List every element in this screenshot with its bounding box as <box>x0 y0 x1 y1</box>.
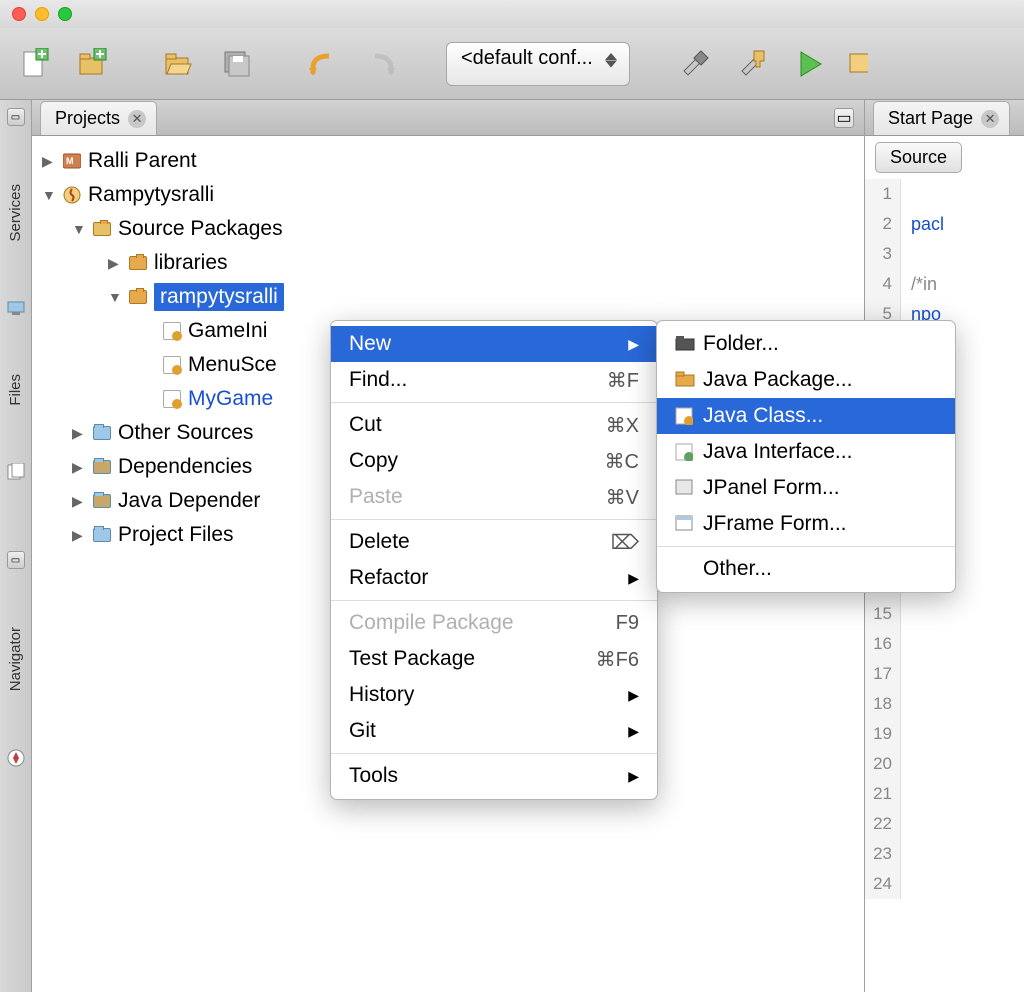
run-button[interactable] <box>790 43 832 85</box>
java-icon <box>675 407 695 425</box>
rail-tab-navigator[interactable]: Navigator <box>5 619 26 699</box>
submenu-item-java-class-[interactable]: Java Class... <box>657 398 955 434</box>
clean-build-button[interactable] <box>732 43 774 85</box>
config-select[interactable]: <default conf... <box>446 42 630 86</box>
close-window-button[interactable] <box>12 7 26 21</box>
context-submenu-new[interactable]: Folder...Java Package...Java Class...Jav… <box>656 320 956 593</box>
minimize-window-button[interactable] <box>35 7 49 21</box>
main-toolbar: <default conf... <box>0 28 1024 100</box>
disclosure-icon[interactable]: ▶ <box>72 425 86 442</box>
disclosure-icon[interactable]: ▼ <box>108 289 122 305</box>
open-project-button[interactable] <box>158 43 200 85</box>
undo-button[interactable] <box>302 43 344 85</box>
save-all-button[interactable] <box>216 43 258 85</box>
redo-button[interactable] <box>360 43 402 85</box>
tree-node-rampytysralli-pkg[interactable]: ▼ rampytysralli <box>36 280 860 314</box>
menu-item-find-[interactable]: Find...⌘F <box>331 362 657 398</box>
menu-item-cut[interactable]: Cut⌘X <box>331 407 657 443</box>
package-icon <box>128 287 148 307</box>
disclosure-icon[interactable]: ▶ <box>72 527 86 544</box>
tree-node-rampytysralli[interactable]: ▼ Rampytysralli <box>36 178 860 212</box>
menu-item-git[interactable]: Git▶ <box>331 713 657 749</box>
zoom-window-button[interactable] <box>58 7 72 21</box>
menu-item-test-package[interactable]: Test Package⌘F6 <box>331 641 657 677</box>
frame-icon <box>675 515 695 533</box>
submenu-item-jframe-form-[interactable]: JFrame Form... <box>657 506 955 542</box>
debug-button[interactable] <box>848 43 868 85</box>
menu-item-tools[interactable]: Tools▶ <box>331 758 657 794</box>
close-tab-icon[interactable]: ✕ <box>981 110 999 128</box>
context-menu[interactable]: New▶Find...⌘F Cut⌘XCopy⌘CPaste⌘V Delete⌦Re… <box>330 320 658 800</box>
svg-text:M: M <box>66 156 74 166</box>
disclosure-icon[interactable]: ▼ <box>42 187 56 203</box>
dependencies-icon <box>92 491 112 511</box>
tree-node-ralli-parent[interactable]: ▶ M Ralli Parent <box>36 144 860 178</box>
start-page-tab[interactable]: Start Page ✕ <box>873 101 1010 135</box>
disclosure-icon[interactable]: ▼ <box>72 221 86 237</box>
menu-item-delete[interactable]: Delete⌦ <box>331 524 657 560</box>
editor-toolbar: Source <box>865 136 1024 179</box>
interface-icon <box>675 443 695 461</box>
projects-tab[interactable]: Projects ✕ <box>40 101 157 135</box>
tree-node-libraries[interactable]: ▶ libraries <box>36 246 860 280</box>
rail-restore-icon-2[interactable]: ▭ <box>7 551 25 569</box>
submenu-item-java-interface-[interactable]: Java Interface... <box>657 434 955 470</box>
submenu-item-folder-[interactable]: Folder... <box>657 326 955 362</box>
disclosure-icon[interactable]: ▶ <box>72 493 86 510</box>
menu-item-new[interactable]: New▶ <box>331 326 657 362</box>
close-tab-icon[interactable]: ✕ <box>128 110 146 128</box>
editor-tabs: Start Page ✕ <box>865 100 1024 136</box>
submenu-item-jpanel-form-[interactable]: JPanel Form... <box>657 470 955 506</box>
selected-tree-label: rampytysralli <box>154 283 284 311</box>
new-project-button[interactable] <box>72 43 114 85</box>
left-rail: ▭ Services Files ▭ Navigator <box>0 100 32 992</box>
java-project-icon <box>62 185 82 205</box>
folder-icon <box>675 335 695 353</box>
navigator-icon <box>7 749 25 767</box>
form-icon <box>675 479 695 497</box>
submenu-item-java-package-[interactable]: Java Package... <box>657 362 955 398</box>
folder-icon <box>92 525 112 545</box>
window-title-bar <box>0 0 1024 28</box>
package-icon <box>675 371 695 389</box>
maven-icon: M <box>62 151 82 171</box>
services-icon <box>6 300 26 316</box>
java-file-icon <box>162 321 182 341</box>
projects-tab-label: Projects <box>55 108 120 129</box>
source-view-button[interactable]: Source <box>875 142 962 173</box>
menu-item-paste: Paste⌘V <box>331 479 657 515</box>
tree-node-source-packages[interactable]: ▼ Source Packages <box>36 212 860 246</box>
config-select-label: <default conf... <box>461 47 593 69</box>
restore-panel-icon[interactable]: ▭ <box>834 108 854 128</box>
dependencies-icon <box>92 457 112 477</box>
submenu-item-other-[interactable]: Other... <box>657 551 955 587</box>
package-folder-icon <box>92 219 112 239</box>
build-button[interactable] <box>674 43 716 85</box>
folder-icon <box>92 423 112 443</box>
new-file-button[interactable] <box>14 43 56 85</box>
disclosure-icon[interactable]: ▶ <box>72 459 86 476</box>
menu-item-compile-package: Compile PackageF9 <box>331 605 657 641</box>
files-icon <box>6 463 26 481</box>
rail-tab-services[interactable]: Services <box>5 176 26 250</box>
disclosure-icon[interactable]: ▶ <box>42 153 56 170</box>
package-icon <box>128 253 148 273</box>
java-file-icon <box>162 355 182 375</box>
menu-item-refactor[interactable]: Refactor▶ <box>331 560 657 596</box>
java-file-icon <box>162 389 182 409</box>
projects-panel-tabs: Projects ✕ ▭ <box>32 100 864 136</box>
rail-restore-icon[interactable]: ▭ <box>7 108 25 126</box>
menu-item-history[interactable]: History▶ <box>331 677 657 713</box>
disclosure-icon[interactable]: ▶ <box>108 255 122 272</box>
rail-tab-files[interactable]: Files <box>5 366 26 414</box>
menu-item-copy[interactable]: Copy⌘C <box>331 443 657 479</box>
